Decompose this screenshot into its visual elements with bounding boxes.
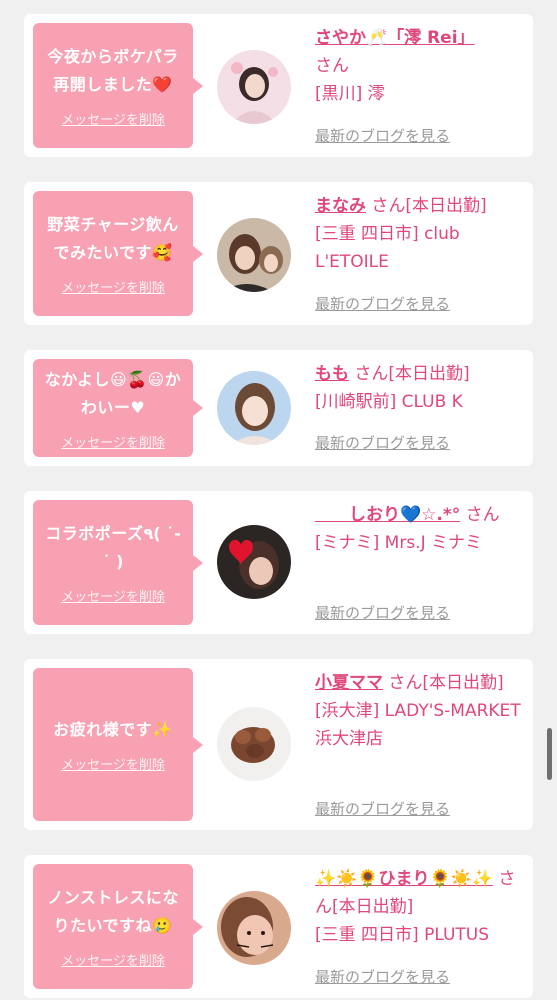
delete-message-link[interactable]: メッセージを削除 [61,277,165,296]
cast-info: しおり💙☆.*° さん [ミナミ] Mrs.J ミナミ [315,501,525,557]
favorite-card: お疲れ様です✨ メッセージを削除 小夏ママ さん[本日出勤] [浜大津] LAD… [24,659,533,830]
message-text: お疲れ様です✨ [53,720,173,739]
cast-name-link[interactable]: 小夏ママ [315,673,383,693]
message-bubble: 野菜チャージ飲んでみたいです🥰 メッセージを削除 [33,191,203,316]
cast-info: まなみ さん[本日出勤] [三重 四日市] club L'ETOILE [315,192,525,276]
cast-name-link[interactable]: まなみ [315,196,366,216]
favorite-card: なかよし😃🍒😃かわいー♥ メッセージを削除 もも さん[本日出勤] [川崎駅前]… [24,350,533,466]
blog-link[interactable]: 最新のブログを見る [315,125,450,146]
avatar[interactable] [217,50,291,124]
cast-info: さやか🥂「澪 Rei」 さん [黒川] 澪 [315,24,525,108]
avatar[interactable] [217,525,291,599]
favorite-card: ノンストレスになりたいですね🥲 メッセージを削除 ✨☀️🌻ひまり🌻☀️✨ さん[… [24,855,533,998]
message-bubble: コラボポーズ٩( ˙-˙ ) メッセージを削除 [33,500,203,625]
avatar[interactable] [217,218,291,292]
cast-location: [黒川] 澪 [315,84,385,104]
message-text: ノンストレスになりたいですね🥲 [47,888,179,935]
avatar[interactable] [217,707,291,781]
blog-link[interactable]: 最新のブログを見る [315,602,450,623]
message-text: なかよし😃🍒😃かわいー♥ [44,369,182,417]
favorite-card: 野菜チャージ飲んでみたいです🥰 メッセージを削除 まなみ さん[本日出勤] [三… [24,182,533,325]
cast-suffix: さん [465,505,500,525]
cast-info: もも さん[本日出勤] [川崎駅前] CLUB K [315,360,525,416]
cast-location: [三重 四日市] PLUTUS [315,925,490,945]
cast-location: [三重 四日市] club L'ETOILE [315,224,460,272]
avatar[interactable] [217,371,291,445]
favorite-card: コラボポーズ٩( ˙-˙ ) メッセージを削除 しおり💙☆.*° さん [ミナミ… [24,491,533,634]
favorite-card: 今夜からボケパラ再開しました❤️ メッセージを削除 さやか🥂「澪 Rei」 さん… [24,14,533,157]
message-text: 今夜からボケパラ再開しました❤️ [47,47,179,94]
scrollbar-thumb[interactable] [547,728,552,780]
blog-link[interactable]: 最新のブログを見る [315,293,450,314]
cast-suffix: さん[本日出勤] [371,196,487,216]
cast-location: [浜大津] LADY'S-MARKET 浜大津店 [315,701,521,749]
cast-suffix: さん [315,56,349,76]
message-bubble: ノンストレスになりたいですね🥲 メッセージを削除 [33,864,203,989]
cast-name-link[interactable]: さやか🥂「澪 Rei」 [315,28,475,48]
cast-name-link[interactable]: しおり💙☆.*° [315,505,460,525]
cast-location: [ミナミ] Mrs.J ミナミ [315,533,483,553]
message-text: 野菜チャージ飲んでみたいです🥰 [47,215,179,262]
blog-link[interactable]: 最新のブログを見る [315,432,450,453]
delete-message-link[interactable]: メッセージを削除 [61,432,165,451]
blog-link[interactable]: 最新のブログを見る [315,966,450,987]
cast-suffix: さん[本日出勤] [354,364,470,384]
message-bubble: お疲れ様です✨ メッセージを削除 [33,668,203,821]
cast-name-link[interactable]: もも [315,364,349,384]
delete-message-link[interactable]: メッセージを削除 [61,754,165,773]
message-bubble: なかよし😃🍒😃かわいー♥ メッセージを削除 [33,359,203,457]
delete-message-link[interactable]: メッセージを削除 [61,586,165,605]
cast-info: ✨☀️🌻ひまり🌻☀️✨ さん[本日出勤] [三重 四日市] PLUTUS [315,865,525,949]
message-bubble: 今夜からボケパラ再開しました❤️ メッセージを削除 [33,23,203,148]
delete-message-link[interactable]: メッセージを削除 [61,109,165,128]
blog-link[interactable]: 最新のブログを見る [315,798,450,819]
avatar[interactable] [217,891,291,965]
delete-message-link[interactable]: メッセージを削除 [61,950,165,969]
message-text: コラボポーズ٩( ˙-˙ ) [45,524,181,571]
cast-info: 小夏ママ さん[本日出勤] [浜大津] LADY'S-MARKET 浜大津店 [315,669,525,753]
cast-suffix: さん[本日出勤] [388,673,504,693]
cast-name-link[interactable]: ✨☀️🌻ひまり🌻☀️✨ [315,869,493,889]
cast-location: [川崎駅前] CLUB K [315,392,463,412]
